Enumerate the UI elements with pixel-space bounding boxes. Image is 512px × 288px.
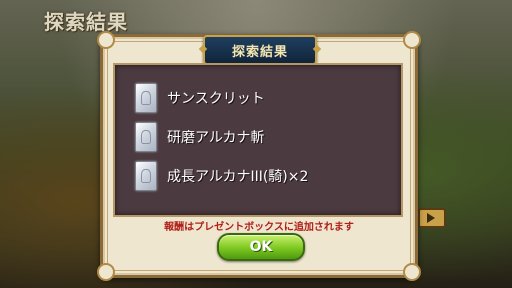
next-arrow-icon — [418, 208, 446, 228]
result-dialog: 探索結果 サンスクリット 研磨アルカナ斬 成長アルカナIII(騎)×2 報酬はプ… — [97, 31, 421, 281]
corner-ornament-icon — [403, 31, 421, 49]
dialog-title: 探索結果 — [231, 44, 288, 60]
reward-item-label: 成長アルカナIII(騎)×2 — [167, 169, 309, 185]
reward-notice: 報酬はプレゼントボックスに追加されます — [164, 222, 354, 233]
ok-button-label: OK — [249, 239, 273, 255]
reward-list: サンスクリット 研磨アルカナ斬 成長アルカナIII(騎)×2 — [113, 63, 403, 217]
corner-ornament-icon — [403, 263, 421, 281]
reward-item: 成長アルカナIII(騎)×2 — [135, 160, 385, 192]
screen-title: 探索結果 — [44, 10, 128, 34]
corner-ornament-icon — [97, 31, 115, 49]
card-icon — [135, 83, 157, 113]
reward-item: 研磨アルカナ斬 — [135, 121, 385, 153]
dialog-title-plate: 探索結果 — [203, 35, 317, 65]
reward-item-label: 研磨アルカナ斬 — [167, 130, 265, 146]
card-icon — [135, 161, 157, 191]
reward-item: サンスクリット — [135, 82, 385, 114]
ok-button[interactable]: OK — [217, 233, 305, 261]
reward-item-label: サンスクリット — [167, 91, 265, 107]
corner-ornament-icon — [97, 263, 115, 281]
card-icon — [135, 122, 157, 152]
